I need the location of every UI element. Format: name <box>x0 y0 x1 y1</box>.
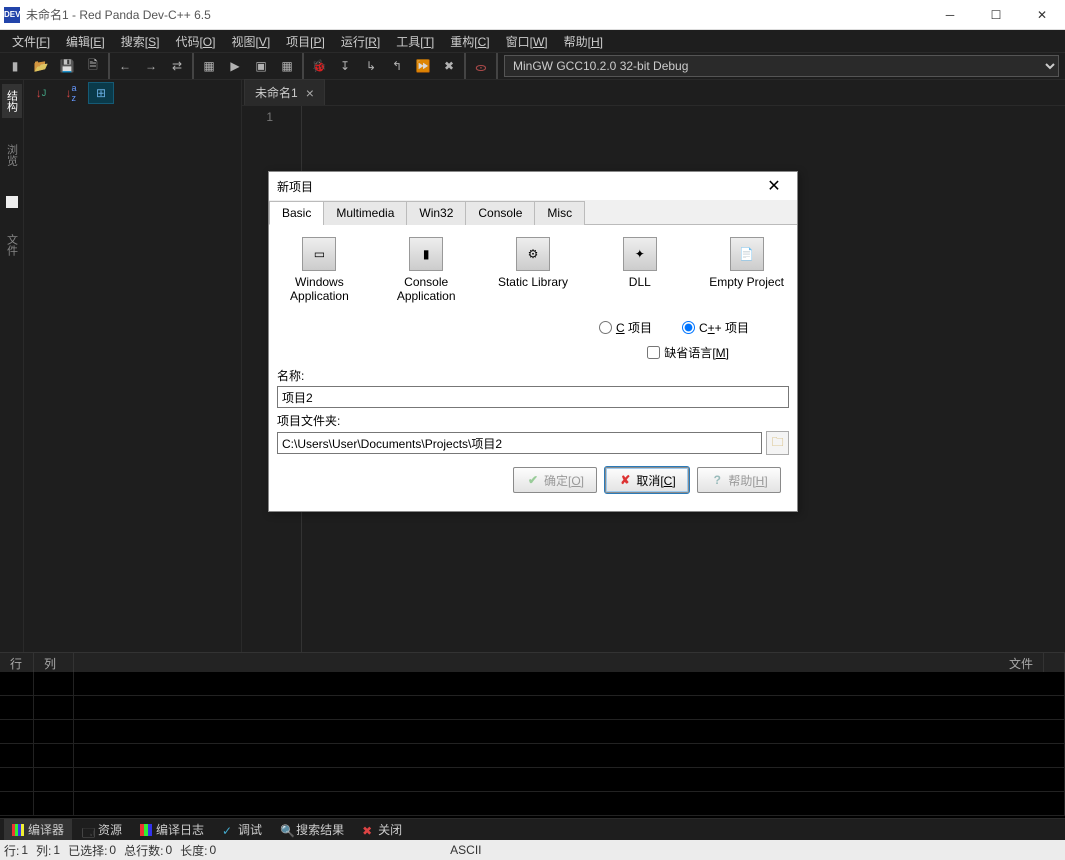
x-icon: ✘ <box>618 473 632 487</box>
search-icon: 🔍 <box>280 824 292 836</box>
check-icon: ✓ <box>222 824 234 836</box>
project-type-icon: ▭ <box>302 237 336 271</box>
new-project-dialog: 新项目 ✕ BasicMultimediaWin32ConsoleMisc ▭ W… <box>268 171 798 512</box>
radio-cpp-project[interactable]: C++ 项目 <box>682 319 749 336</box>
cancel-button[interactable]: ✘ 取消[C] <box>605 467 689 493</box>
project-type-icon: ✦ <box>623 237 657 271</box>
folder-icon: 🗀 <box>772 433 784 454</box>
ok-button[interactable]: ✔ 确定[O] <box>513 467 597 493</box>
bars-icon <box>12 824 24 836</box>
bottom-tabs: 编译器 🗔资源 编译日志 ✓调试 🔍搜索结果 ✖关闭 <box>0 818 1065 840</box>
dialog-tab-basic[interactable]: Basic <box>269 201 324 225</box>
status-len-label: 长度: <box>180 842 207 859</box>
status-sel-label: 已选择: <box>68 842 107 859</box>
status-line: 1 <box>21 843 28 857</box>
default-lang-checkbox[interactable]: 缺省语言[M] <box>647 344 729 361</box>
default-lang-input[interactable] <box>647 346 660 359</box>
dialog-title: 新项目 <box>277 178 759 195</box>
project-folder-input[interactable] <box>277 432 762 454</box>
project-type-4[interactable]: 📄 Empty Project <box>708 237 785 303</box>
project-type-label: Empty Project <box>708 275 785 289</box>
project-type-label: Windows Application <box>281 275 358 303</box>
tab-close[interactable]: ✖关闭 <box>354 819 410 840</box>
project-type-label: DLL <box>601 275 678 289</box>
status-bar: 行: 1 列: 1 已选择: 0 总行数: 0 长度: 0 ASCII <box>0 840 1065 860</box>
tab-search-results[interactable]: 🔍搜索结果 <box>272 819 352 840</box>
tab-compiler[interactable]: 编译器 <box>4 819 72 840</box>
dialog-tabs: BasicMultimediaWin32ConsoleMisc <box>269 200 797 225</box>
browse-folder-button[interactable]: 🗀 <box>766 431 789 455</box>
folder-label: 项目文件夹: <box>277 412 789 429</box>
status-sel: 0 <box>109 843 116 857</box>
project-type-icon: 📄 <box>730 237 764 271</box>
project-type-label: Static Library <box>495 275 572 289</box>
project-type-label: Console Application <box>388 275 465 303</box>
name-label: 名称: <box>277 367 789 384</box>
tab-resource[interactable]: 🗔资源 <box>74 819 130 840</box>
tab-build-log[interactable]: 编译日志 <box>132 819 212 840</box>
log-icon <box>140 824 152 836</box>
help-button[interactable]: ? 帮助[H] <box>697 467 781 493</box>
radio-c-project[interactable]: C C 项目项目 <box>599 319 652 336</box>
project-name-input[interactable] <box>277 386 789 408</box>
status-total: 0 <box>165 843 172 857</box>
project-types: ▭ Windows Application ▮ Console Application… <box>277 233 789 315</box>
dialog-mask: 新项目 ✕ BasicMultimediaWin32ConsoleMisc ▭ W… <box>0 0 1065 714</box>
project-type-icon: ⚙ <box>516 237 550 271</box>
radio-c-input[interactable] <box>599 321 612 334</box>
project-type-icon: ▮ <box>409 237 443 271</box>
radio-cpp-input[interactable] <box>682 321 695 334</box>
dialog-close-icon[interactable]: ✕ <box>759 176 789 196</box>
status-line-label: 行: <box>4 842 19 859</box>
project-type-2[interactable]: ⚙ Static Library <box>495 237 572 303</box>
status-total-label: 总行数: <box>124 842 163 859</box>
dialog-tab-misc[interactable]: Misc <box>534 201 585 225</box>
status-len: 0 <box>209 843 216 857</box>
check-icon: ✔ <box>526 473 540 487</box>
status-col: 1 <box>53 843 60 857</box>
status-encoding: ASCII <box>450 843 481 857</box>
project-type-3[interactable]: ✦ DLL <box>601 237 678 303</box>
help-icon: ? <box>710 473 724 487</box>
project-type-1[interactable]: ▮ Console Application <box>388 237 465 303</box>
tab-debug[interactable]: ✓调试 <box>214 819 270 840</box>
dialog-titlebar: 新项目 ✕ <box>269 172 797 200</box>
resource-icon: 🗔 <box>82 824 94 836</box>
status-col-label: 列: <box>36 842 51 859</box>
dialog-tab-multimedia[interactable]: Multimedia <box>323 201 407 225</box>
close-icon: ✖ <box>362 824 374 836</box>
project-type-0[interactable]: ▭ Windows Application <box>281 237 358 303</box>
dialog-tab-console[interactable]: Console <box>465 201 535 225</box>
dialog-tab-win32[interactable]: Win32 <box>406 201 466 225</box>
